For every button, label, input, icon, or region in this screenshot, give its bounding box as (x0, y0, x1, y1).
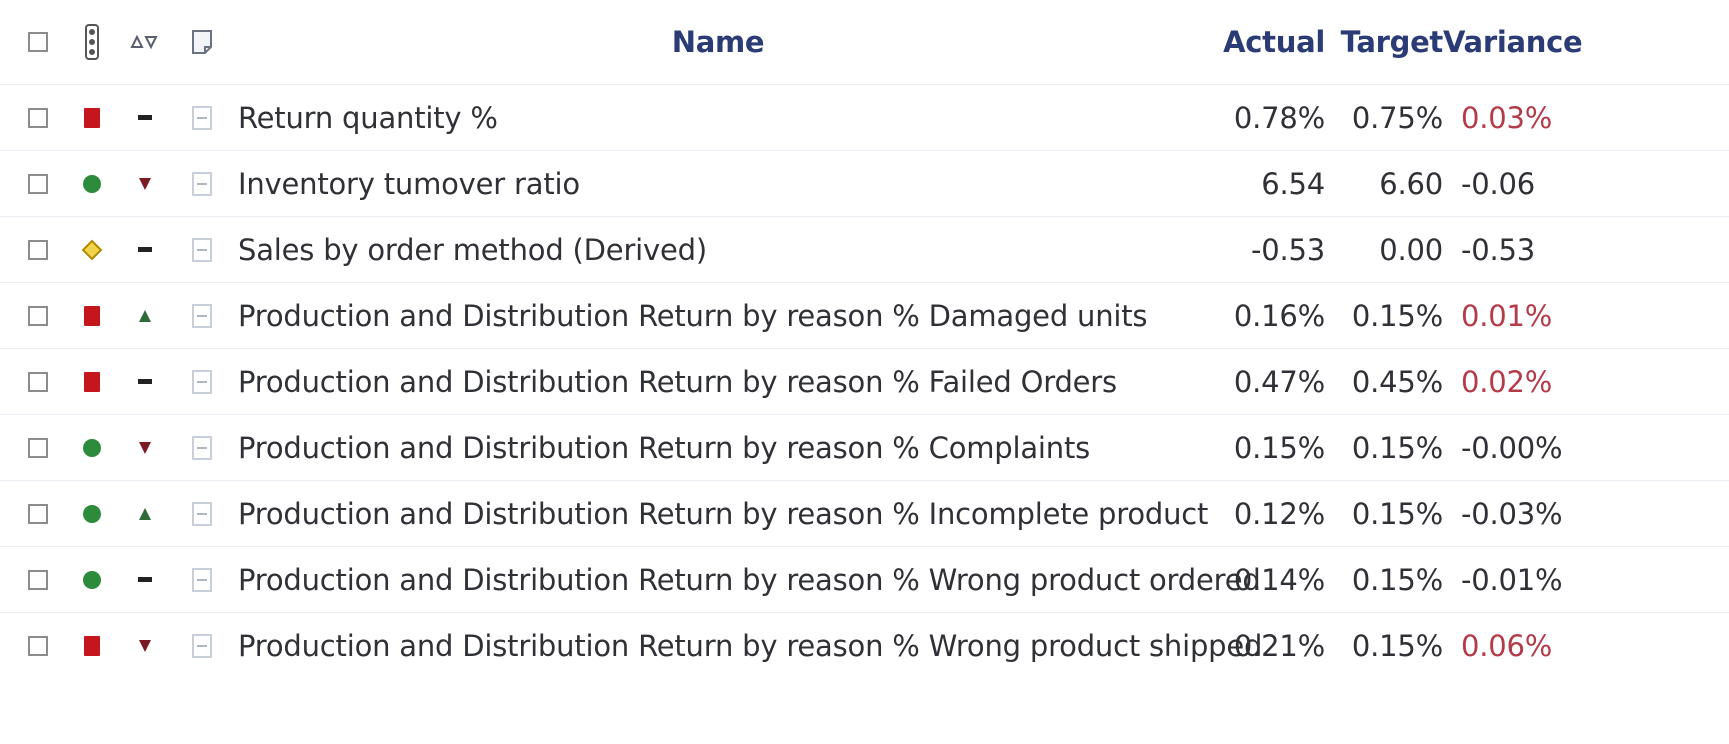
metric-name[interactable]: Production and Distribution Return by re… (238, 497, 1208, 531)
notes-icon[interactable] (192, 105, 212, 130)
actual-value: 0.78% (1233, 100, 1325, 135)
row-checkbox[interactable] (28, 569, 48, 590)
notes-icon[interactable] (192, 435, 212, 460)
table-row[interactable]: Production and Distribution Return by re… (0, 546, 1729, 612)
metric-name[interactable]: Production and Distribution Return by re… (238, 365, 1117, 399)
trend-down-icon (139, 441, 151, 454)
red-status-square-icon (84, 371, 100, 392)
target-value: 6.60 (1379, 166, 1443, 201)
target-value: 0.15% (1351, 628, 1443, 663)
actual-value: 0.16% (1233, 298, 1325, 333)
green-status-circle-icon (83, 570, 101, 589)
variance-value: 0.03% (1461, 100, 1553, 135)
variance-value: -0.00% (1461, 430, 1563, 465)
yellow-status-diamond-icon (81, 239, 103, 260)
variance-value: -0.06 (1461, 166, 1536, 201)
green-status-circle-icon (83, 504, 101, 523)
trend-flat-icon (138, 115, 152, 120)
table-row[interactable]: Production and Distribution Return by re… (0, 348, 1729, 414)
table-row[interactable]: Inventory tumover ratio 6.54 6.60 -0.06 (0, 150, 1729, 216)
green-status-circle-icon (83, 438, 101, 457)
table-header: Name Actual Target Variance (0, 0, 1729, 84)
row-checkbox[interactable] (28, 437, 48, 458)
variance-value: 0.06% (1461, 628, 1553, 663)
row-checkbox[interactable] (28, 239, 48, 260)
metric-name[interactable]: Sales by order method (Derived) (238, 233, 707, 267)
target-value: 0.15% (1351, 562, 1443, 597)
target-value: 0.15% (1351, 496, 1443, 531)
table-row[interactable]: Sales by order method (Derived) -0.53 0.00… (0, 216, 1729, 282)
variance-value: -0.53 (1461, 232, 1536, 267)
notes-icon[interactable] (192, 633, 212, 658)
red-status-square-icon (84, 107, 100, 128)
target-value: 0.45% (1351, 364, 1443, 399)
variance-value: -0.01% (1461, 562, 1563, 597)
notes-icon[interactable] (192, 567, 212, 592)
scorecard-table: Name Actual Target Variance Return quant… (0, 0, 1729, 744)
notes-icon[interactable] (192, 303, 212, 328)
table-row[interactable]: Return quantity % 0.78% 0.75% 0.03% (0, 84, 1729, 150)
green-status-circle-icon (83, 174, 101, 193)
row-checkbox[interactable] (28, 635, 48, 656)
name-column-header[interactable]: Name (672, 25, 765, 59)
red-status-square-icon (84, 635, 100, 656)
metric-name[interactable]: Production and Distribution Return by re… (238, 431, 1090, 465)
target-value: 0.15% (1351, 298, 1443, 333)
notes-icon[interactable] (192, 501, 212, 526)
actual-value: 0.14% (1233, 562, 1325, 597)
status-column-icon[interactable] (84, 24, 100, 60)
actual-value: 0.47% (1233, 364, 1325, 399)
trend-down-icon (139, 177, 151, 190)
table-row[interactable]: Production and Distribution Return by re… (0, 282, 1729, 348)
metric-name[interactable]: Return quantity % (238, 101, 498, 135)
notes-icon[interactable] (192, 369, 212, 394)
notes-icon[interactable] (192, 171, 212, 196)
target-value: 0.00 (1379, 232, 1443, 267)
trend-flat-icon (138, 247, 152, 252)
actual-value: 6.54 (1261, 166, 1325, 201)
trend-down-icon (139, 639, 151, 652)
trend-flat-icon (138, 577, 152, 582)
trend-up-icon (139, 507, 151, 520)
row-checkbox[interactable] (28, 173, 48, 194)
target-value: 0.75% (1351, 100, 1443, 135)
target-column-header[interactable]: Target (1341, 25, 1444, 59)
table-row[interactable]: Production and Distribution Return by re… (0, 480, 1729, 546)
metric-name[interactable]: Production and Distribution Return by re… (238, 629, 1262, 663)
row-checkbox[interactable] (28, 503, 48, 524)
actual-value: 0.15% (1233, 430, 1325, 465)
metric-name[interactable]: Production and Distribution Return by re… (238, 299, 1148, 333)
table-row[interactable]: Production and Distribution Return by re… (0, 612, 1729, 678)
trend-column-icon[interactable] (130, 33, 160, 51)
red-status-square-icon (84, 305, 100, 326)
actual-value: -0.53 (1250, 232, 1325, 267)
target-value: 0.15% (1351, 430, 1443, 465)
actual-column-header[interactable]: Actual (1223, 25, 1325, 59)
trend-flat-icon (138, 379, 152, 384)
trend-up-icon (139, 309, 151, 322)
notes-icon[interactable] (192, 237, 212, 262)
row-checkbox[interactable] (28, 107, 48, 128)
row-checkbox[interactable] (28, 305, 48, 326)
notes-column-icon[interactable] (191, 29, 213, 55)
variance-value: 0.02% (1461, 364, 1553, 399)
actual-value: 0.21% (1233, 628, 1325, 663)
metric-name[interactable]: Inventory tumover ratio (238, 167, 580, 201)
table-row[interactable]: Production and Distribution Return by re… (0, 414, 1729, 480)
select-all-checkbox[interactable] (28, 32, 48, 52)
actual-value: 0.12% (1233, 496, 1325, 531)
variance-value: 0.01% (1461, 298, 1553, 333)
variance-value: -0.03% (1461, 496, 1563, 531)
metric-name[interactable]: Production and Distribution Return by re… (238, 563, 1261, 597)
variance-column-header[interactable]: Variance (1443, 25, 1583, 59)
row-checkbox[interactable] (28, 371, 48, 392)
